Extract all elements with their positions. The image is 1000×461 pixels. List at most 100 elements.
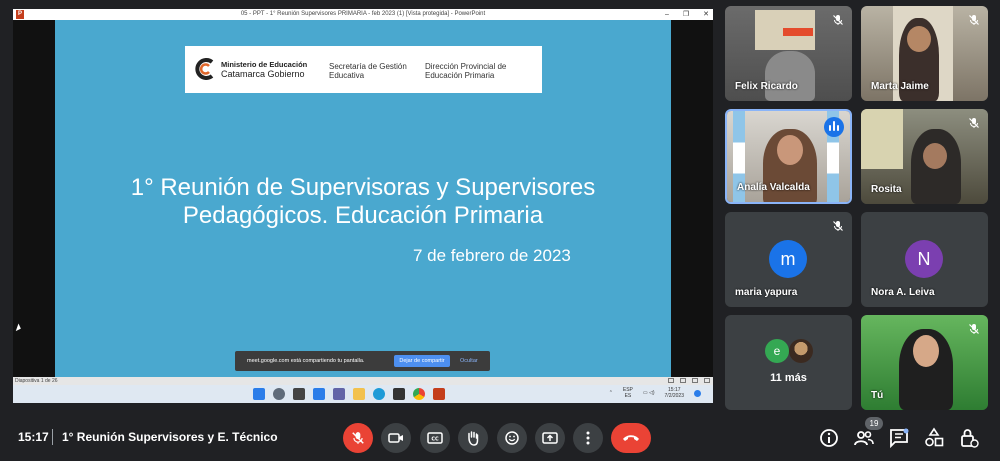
file-explorer-icon[interactable] [353,388,365,400]
captions-button[interactable]: CC [420,423,450,453]
participant-name: Rosita [871,184,902,195]
stop-sharing-button[interactable]: Dejar de compartir [394,355,450,367]
government-name: Catamarca Gobierno [221,69,305,79]
task-view-icon[interactable] [293,388,305,400]
mic-off-icon [833,221,843,231]
camera-toggle-button[interactable] [381,423,411,453]
sharing-notification: meet.google.com está compartiendo tu pan… [235,351,490,371]
chrome-icon[interactable] [413,388,425,400]
tray-chevron-icon[interactable]: ⌃ [609,390,613,396]
participant-face [923,143,947,169]
participant-tile[interactable]: N Nora A. Leiva [861,212,988,307]
powerpoint-statusbar: Diapositiva 1 de 26 [13,377,713,385]
participant-person [765,51,815,101]
host-controls-icon[interactable] [958,427,980,449]
participant-name: Analía Valcalda [737,182,810,193]
self-view-tile[interactable]: Tú [861,315,988,410]
store-icon[interactable] [393,388,405,400]
slide-date: 7 de febrero de 2023 [413,246,571,265]
participant-tile[interactable]: m maria yapura [725,212,852,307]
more-participants-label: 11 más [770,372,807,384]
meeting-details-icon[interactable] [818,427,840,449]
captions-icon: CC [427,432,443,444]
chat-icon[interactable] [888,427,910,449]
mic-off-icon [969,324,979,334]
windows-start-icon[interactable] [253,388,265,400]
maximize-button[interactable]: ❐ [683,10,689,19]
divider [52,429,53,445]
avatar-photo [789,339,813,363]
minimize-button[interactable]: – [665,10,669,19]
emoji-reaction-button[interactable] [497,423,527,453]
participant-name: maria yapura [735,287,798,298]
participant-count-badge: 19 [865,417,883,430]
participant-face [907,26,931,52]
mic-toggle-button[interactable] [343,423,373,453]
participant-tile-active-speaker[interactable]: Analía Valcalda [725,109,852,204]
search-icon[interactable] [273,388,285,400]
notification-icon[interactable] [694,389,701,397]
leave-call-button[interactable] [611,423,651,453]
system-tray: ⌃ ESP ES ▭ ◁) 15:17 7/2/2023 [609,387,701,399]
slide-counter: Diapositiva 1 de 26 [15,378,58,384]
participant-name: Felix Ricardo [735,81,798,92]
present-screen-button[interactable] [535,423,565,453]
mic-off-icon [352,432,364,444]
participant-tile[interactable]: Marta Jaime [861,6,988,101]
more-vert-icon [586,431,590,445]
avatar: N [905,240,943,278]
hang-up-icon [623,435,639,441]
meeting-clock: 15:17 [18,430,49,444]
meeting-name: 1° Reunión Supervisores y E. Técnico [62,430,278,444]
more-options-button[interactable] [573,423,603,453]
taskbar-apps [253,388,445,400]
system-date: 7/2/2023 [664,393,684,399]
self-face [913,335,939,367]
participant-name: Tú [871,390,884,401]
chat-icon[interactable] [333,388,345,400]
participant-tile[interactable]: Rosita [861,109,988,204]
shared-screen: P 05 - PPT - 1° Reunión Supervisores PRI… [13,9,713,403]
view-buttons [668,378,710,383]
slide-title-line2: Pedagógicos. Educación Primaria [182,202,544,229]
people-icon[interactable] [853,427,875,449]
sorter-view-icon[interactable] [680,378,686,383]
normal-view-icon[interactable] [668,378,674,383]
reading-view-icon[interactable] [692,378,698,383]
activities-icon[interactable] [923,427,945,449]
meeting-controls-bar: 15:17 1° Reunión Supervisores y E. Técni… [0,415,1000,461]
present-screen-icon [542,432,558,444]
mic-off-icon [969,118,979,128]
ministry-logo-icon [195,58,214,80]
network-volume-icon[interactable]: ▭ ◁) [643,390,655,396]
edge-icon[interactable] [373,388,385,400]
powerpoint-task-icon[interactable] [433,388,445,400]
institution-logo-bar: Ministerio de Educación Catamarca Gobier… [185,46,542,93]
slideshow-view-icon[interactable] [704,378,710,383]
slide: Ministerio de Educación Catamarca Gobier… [55,20,671,377]
background-sign [783,28,813,36]
participant-tile[interactable]: Felix Ricardo [725,6,852,101]
lang-bottom: ES [624,393,632,399]
powerpoint-titlebar: P 05 - PPT - 1° Reunión Supervisores PRI… [13,9,713,20]
mic-off-icon [969,15,979,25]
ministry-name: Ministerio de Educación [221,60,308,69]
avatar: e [765,339,789,363]
direccion-name: Dirección Provincial de Educación Primar… [425,62,507,80]
more-participants-tile[interactable]: e 11 más [725,315,852,410]
hand-icon [468,431,479,446]
background-window [861,109,903,169]
camera-icon [388,433,403,443]
raise-hand-button[interactable] [458,423,488,453]
windows-taskbar: ⌃ ESP ES ▭ ◁) 15:17 7/2/2023 [13,385,713,403]
hide-notice-link[interactable]: Ocultar [460,351,478,371]
system-clock[interactable]: 15:17 7/2/2023 [665,387,684,399]
meet-window: P 05 - PPT - 1° Reunión Supervisores PRI… [0,0,1000,461]
widgets-icon[interactable] [313,388,325,400]
mouse-cursor-icon [15,323,23,333]
participant-name: Nora A. Leiva [871,287,935,298]
close-button[interactable]: ✕ [703,10,709,19]
slide-title-line1: 1° Reunión de Supervisoras y Supervisore… [130,174,596,201]
language-indicator[interactable]: ESP ES [623,387,633,399]
slide-canvas: Ministerio de Educación Catamarca Gobier… [13,20,713,377]
